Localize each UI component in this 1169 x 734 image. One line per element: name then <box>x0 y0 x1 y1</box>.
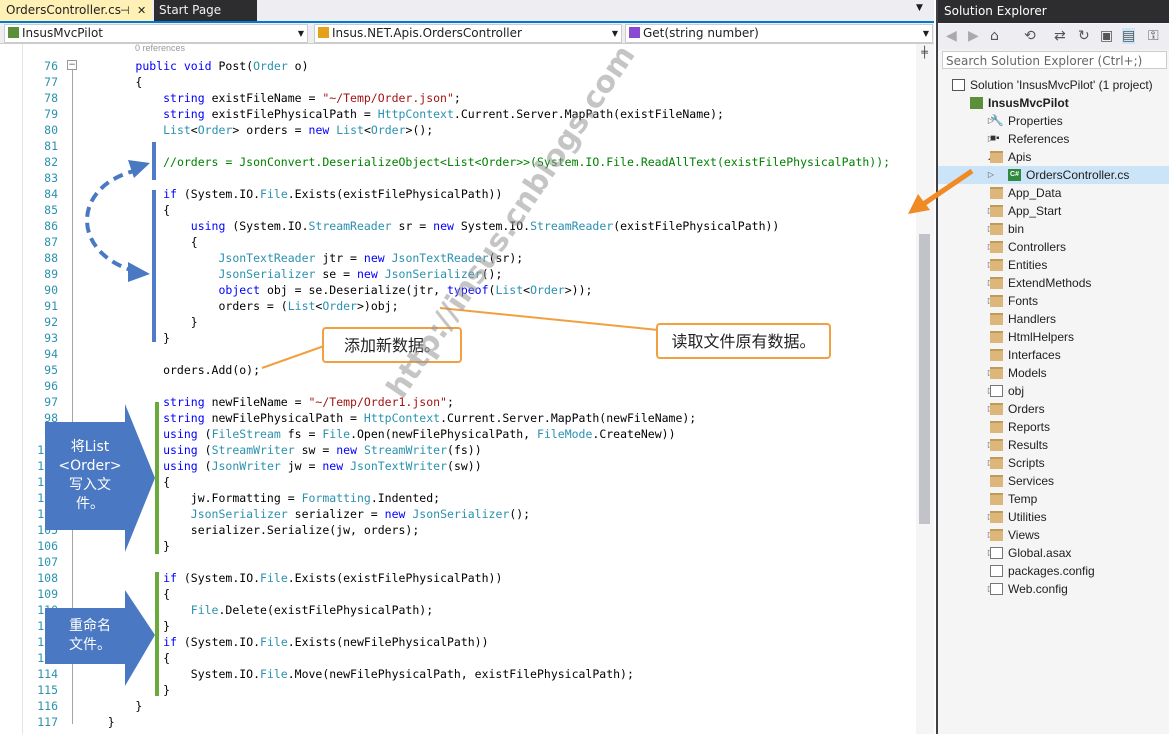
big-arrow-rename-text: 重命名 文件。 <box>69 618 111 653</box>
callout-read-data: 读取文件原有数据。 <box>656 323 831 359</box>
big-arrow-write-text: 将List <Order> 写入文 件。 <box>58 439 122 512</box>
dashed-arrow-head-top <box>128 160 150 178</box>
callout-read-pointer <box>439 307 659 331</box>
callout-add-pointer <box>261 345 325 369</box>
orange-arrow-shaft <box>920 168 974 208</box>
dashed-curve-arrow <box>85 168 139 274</box>
dashed-arrow-head-bottom <box>128 262 150 282</box>
